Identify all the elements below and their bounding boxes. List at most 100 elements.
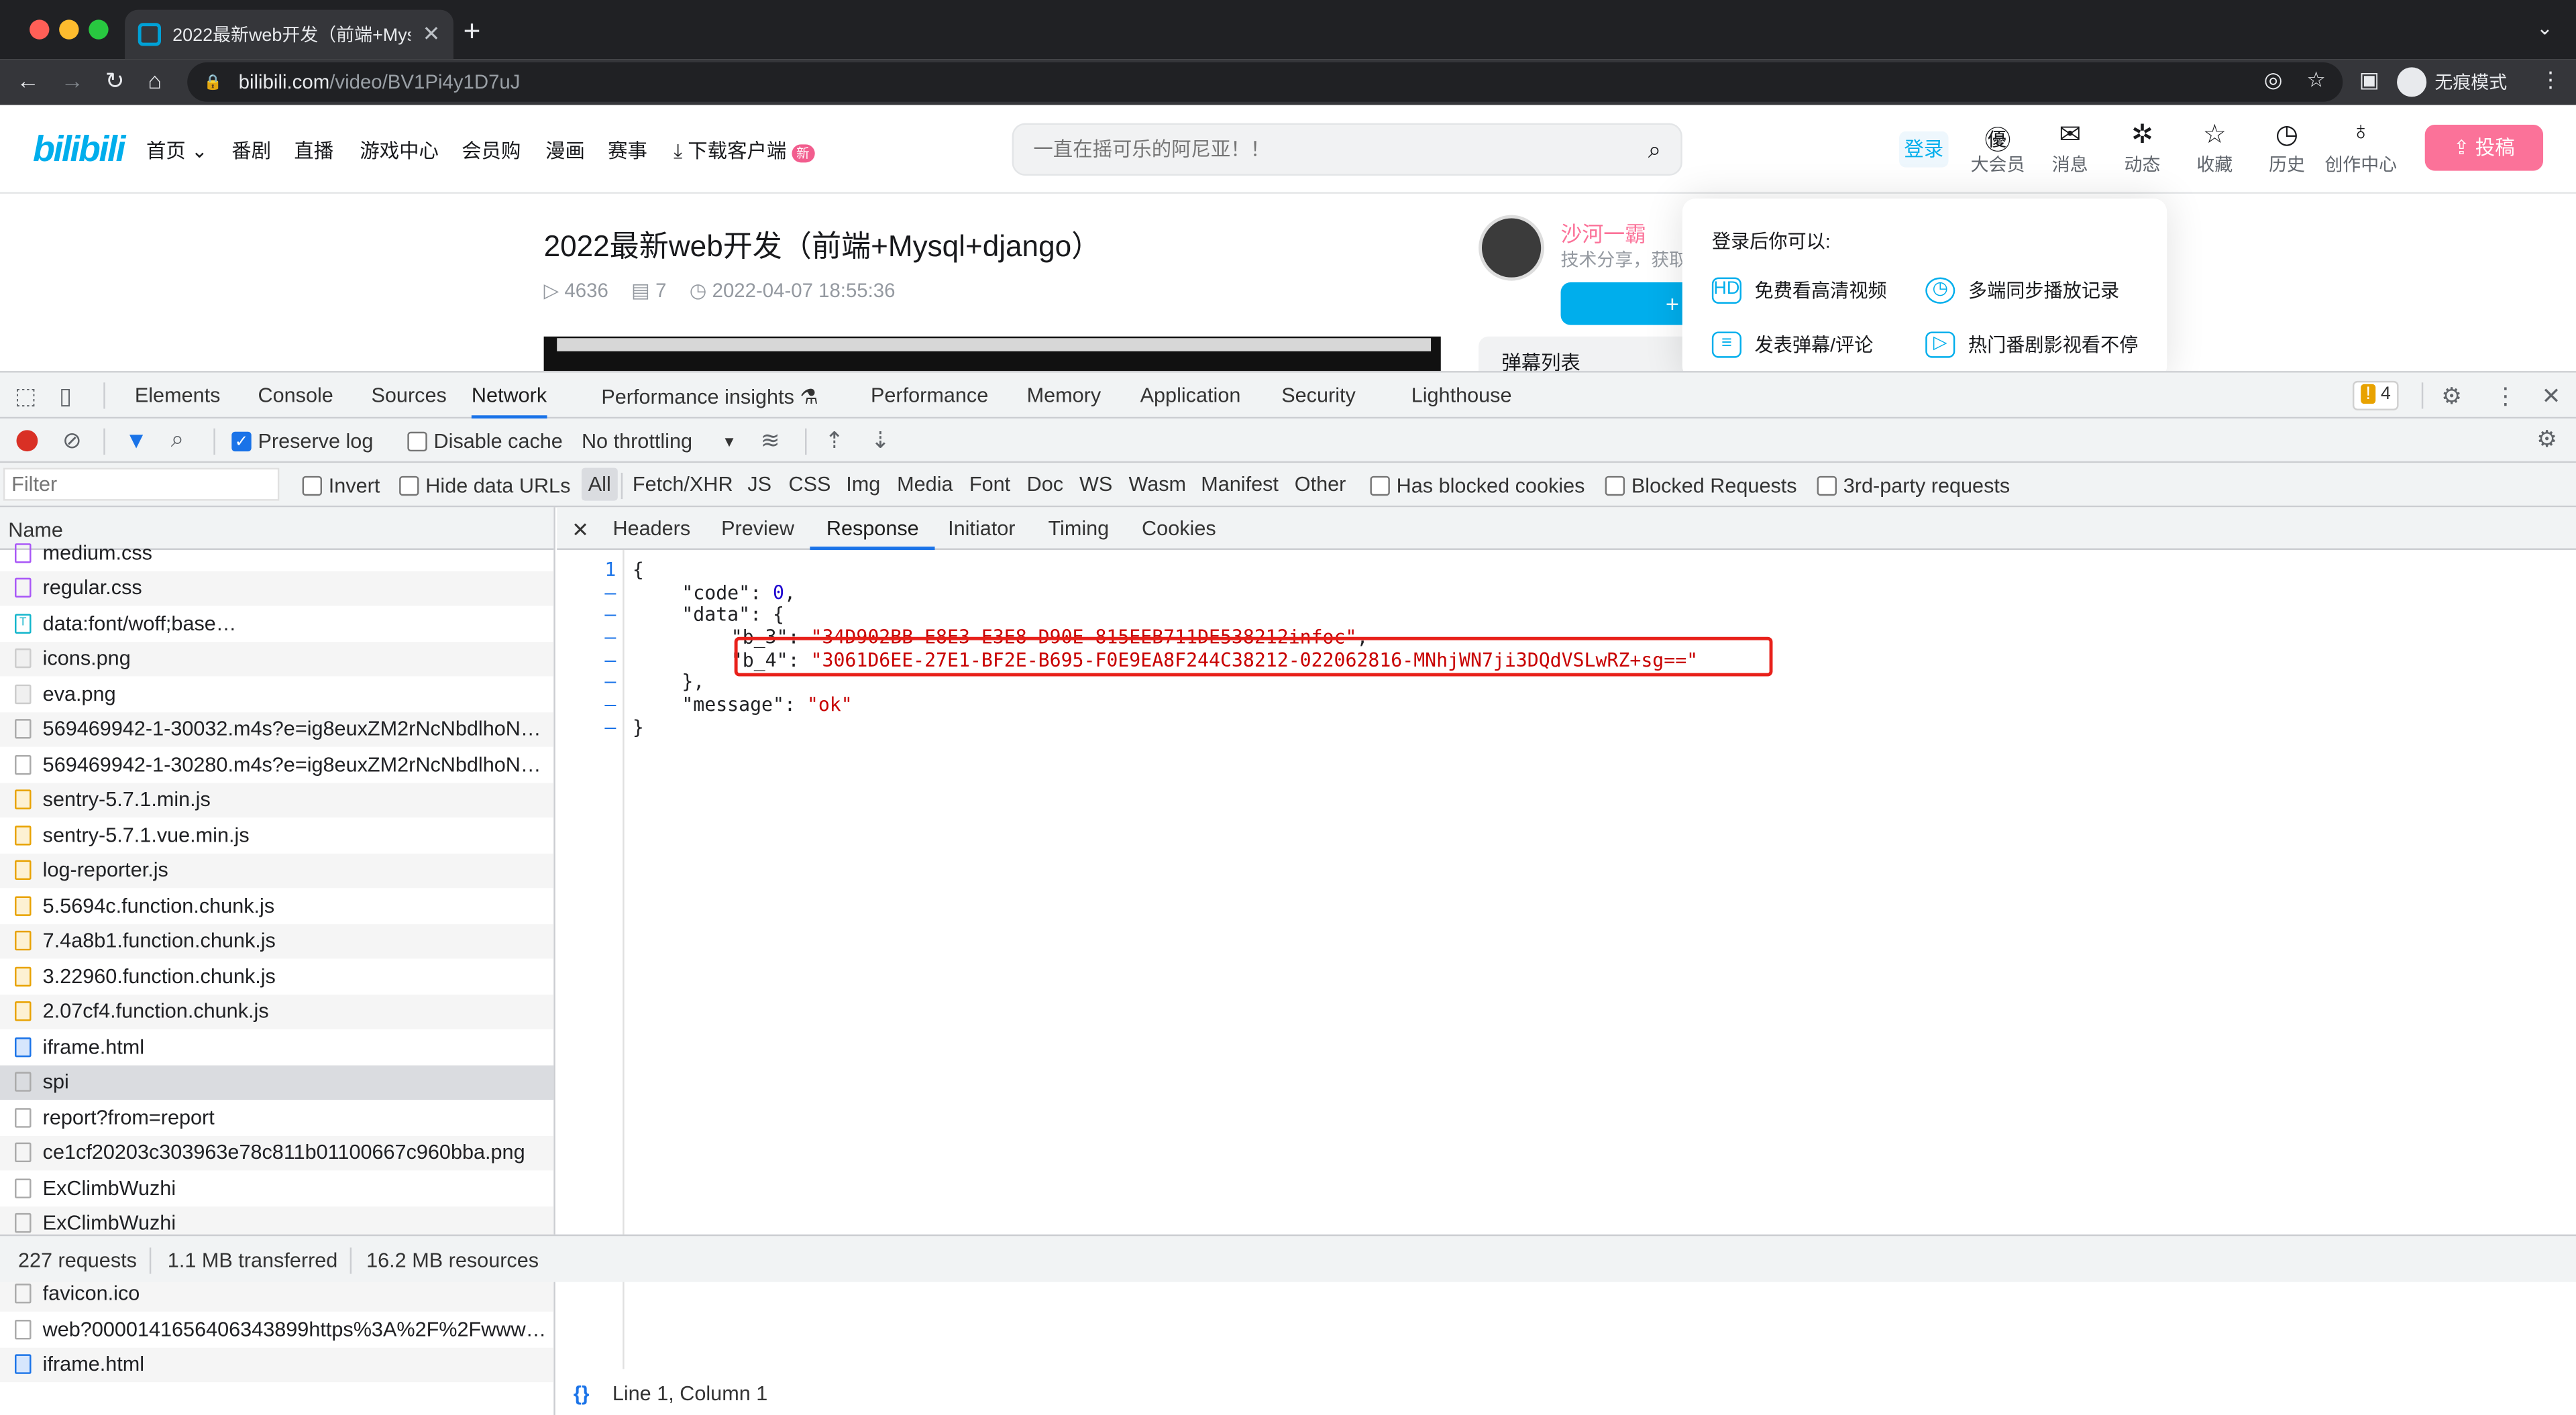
has-blocked-cookies-checkbox[interactable]: Has blocked cookies — [1370, 474, 1585, 498]
request-row[interactable]: 5.5694c.function.chunk.js — [0, 888, 553, 923]
tab-lighthouse[interactable]: Lighthouse — [1411, 384, 1512, 407]
dynamics-link[interactable]: ✲ 动态 — [2103, 118, 2182, 177]
site-search-input[interactable] — [1033, 137, 1648, 161]
fold-marker[interactable]: – — [604, 670, 616, 693]
nav-mall[interactable]: 会员购 — [462, 136, 521, 164]
tab-network[interactable]: Network — [471, 373, 547, 419]
issues-badge[interactable]: ! 4 — [2352, 380, 2400, 410]
fold-marker[interactable]: – — [604, 648, 616, 671]
nav-manga[interactable]: 漫画 — [545, 136, 585, 164]
close-window-button[interactable] — [30, 19, 50, 40]
upload-button[interactable]: ⇪ 投稿 — [2424, 125, 2544, 171]
request-row[interactable]: eva.png — [0, 676, 553, 712]
danmaku-list-header[interactable]: 弹幕列表 — [1479, 336, 1693, 372]
throttling-select[interactable]: No throttling ▼ — [582, 430, 737, 453]
maximize-window-button[interactable] — [89, 19, 109, 40]
vip-link[interactable]: ㊝大会员 — [1958, 118, 2037, 177]
minimize-window-button[interactable] — [59, 19, 79, 40]
close-devtools-icon[interactable]: ✕ — [2542, 382, 2561, 410]
chrome-menu-icon[interactable]: ⋮ — [2540, 67, 2561, 93]
uploader-name[interactable]: 沙河一霸 — [1561, 217, 1646, 248]
request-row[interactable]: sentry-5.7.1.vue.min.js — [0, 817, 553, 853]
type-filter-wasm[interactable]: Wasm — [1128, 473, 1186, 496]
request-row[interactable]: regular.css — [0, 570, 554, 606]
detail-tab-headers[interactable]: Headers — [612, 517, 690, 540]
tab-elements[interactable]: Elements — [135, 384, 221, 407]
network-conditions-icon[interactable]: ≋ — [761, 427, 780, 455]
third-party-checkbox[interactable]: 3rd-party requests — [1817, 474, 2010, 498]
request-row[interactable]: report?from=report — [0, 1100, 553, 1135]
pretty-print-button[interactable]: {} — [574, 1381, 590, 1404]
side-panel-icon[interactable]: ▣ — [2359, 67, 2379, 93]
settings-gear-icon[interactable]: ⚙ — [2441, 382, 2462, 410]
detail-tab-cookies[interactable]: Cookies — [1142, 517, 1216, 540]
blocked-requests-checkbox[interactable]: Blocked Requests — [1605, 474, 1797, 498]
search-icon[interactable]: ⌕ — [171, 425, 184, 453]
bilibili-logo[interactable]: bilibili — [33, 128, 126, 171]
back-arrow-icon[interactable]: ← — [16, 67, 39, 93]
clear-icon[interactable]: ⊘ — [62, 427, 82, 455]
tab-performance[interactable]: Performance — [871, 384, 988, 407]
creator-center-link[interactable]: ♁ 创作中心 — [2321, 118, 2400, 177]
request-row[interactable]: Tdata:font/woff;base… — [0, 606, 553, 641]
tab-performance-insights[interactable]: Performance insights ⚗ — [601, 384, 818, 408]
filter-input[interactable] — [3, 467, 280, 501]
nav-home[interactable]: 首页 ⌄ — [146, 136, 208, 164]
follow-button[interactable]: + — [1560, 282, 1693, 325]
tab-console[interactable]: Console — [258, 384, 333, 407]
request-row[interactable]: sentry-5.7.1.min.js — [0, 782, 554, 818]
detail-tab-response[interactable]: Response — [810, 507, 936, 551]
history-link[interactable]: ◷ 历史 — [2247, 118, 2326, 177]
detail-tab-preview[interactable]: Preview — [721, 517, 794, 540]
eye-slash-icon[interactable]: ◎ — [2264, 67, 2283, 93]
disable-cache-checkbox[interactable]: Disable cache — [407, 430, 563, 453]
type-filter-js[interactable]: JS — [747, 473, 771, 496]
type-filter-other[interactable]: Other — [1295, 473, 1346, 496]
hide-data-urls-checkbox[interactable]: Hide data URLs — [399, 474, 570, 498]
request-row[interactable]: 3.22960.function.chunk.js — [0, 959, 553, 995]
record-button[interactable] — [16, 430, 38, 452]
close-tab-icon[interactable]: ✕ — [423, 21, 441, 48]
tab-application[interactable]: Application — [1140, 384, 1241, 407]
type-filter-font[interactable]: Font — [969, 473, 1010, 496]
request-row[interactable]: web?0000141656406343899https%3A%2F%2Fwww… — [0, 1312, 553, 1347]
reload-icon[interactable]: ↻ — [105, 67, 125, 95]
nav-download-client[interactable]: ⤓ 下载客户端新 — [674, 136, 814, 164]
request-row[interactable]: 7.4a8b1.function.chunk.js — [0, 923, 554, 959]
type-filter-manifest[interactable]: Manifest — [1201, 473, 1279, 496]
bookmark-star-icon[interactable]: ☆ — [2306, 67, 2326, 93]
tab-sources[interactable]: Sources — [371, 384, 446, 407]
request-row[interactable]: ExClimbWuzhi — [0, 1170, 553, 1206]
fold-marker[interactable]: – — [604, 602, 616, 625]
filter-funnel-icon[interactable]: ▼ — [125, 427, 148, 453]
messages-link[interactable]: ✉ 消息 — [2031, 118, 2110, 177]
uploader-avatar[interactable] — [1479, 215, 1545, 281]
close-detail-icon[interactable]: ✕ — [572, 517, 589, 542]
search-icon[interactable]: ⌕ — [1648, 135, 1661, 164]
home-icon[interactable]: ⌂ — [148, 67, 162, 93]
type-filter-all[interactable]: All — [581, 467, 618, 501]
forward-arrow-icon[interactable]: → — [61, 67, 84, 93]
request-row[interactable]: 569469942-1-30032.m4s?e=ig8euxZM2rNcNbdl… — [0, 712, 554, 747]
export-har-icon[interactable]: ⇣ — [871, 427, 890, 455]
nav-live[interactable]: 直播 — [294, 136, 333, 164]
favorites-link[interactable]: ☆ 收藏 — [2175, 118, 2254, 177]
video-player[interactable] — [543, 336, 1441, 372]
fold-marker[interactable]: – — [604, 581, 616, 604]
import-har-icon[interactable]: ⇡ — [824, 427, 844, 455]
nav-game-center[interactable]: 游戏中心 — [360, 136, 439, 164]
tab-search-chevron-icon[interactable]: ⌄ — [2536, 16, 2553, 39]
nav-esports[interactable]: 赛事 — [608, 136, 647, 164]
inspect-element-icon[interactable]: ⬚ — [15, 382, 36, 410]
address-bar[interactable]: 🔒 bilibili.com/video/BV1Pi4y1D7uJ — [187, 62, 2343, 102]
device-toolbar-icon[interactable]: ▯ — [59, 382, 72, 410]
request-row[interactable]: 569469942-1-30280.m4s?e=ig8euxZM2rNcNbdl… — [0, 747, 553, 783]
request-row[interactable]: iframe.html — [0, 1347, 554, 1383]
fold-marker[interactable]: – — [604, 716, 616, 738]
new-tab-icon[interactable]: + — [464, 15, 481, 49]
type-filter-fetch-xhr[interactable]: Fetch/XHR — [633, 473, 733, 496]
tab-security[interactable]: Security — [1281, 384, 1356, 407]
network-settings-gear-icon[interactable]: ⚙ — [2536, 425, 2557, 453]
request-row[interactable]: icons.png — [0, 640, 554, 677]
type-filter-img[interactable]: Img — [846, 473, 880, 496]
